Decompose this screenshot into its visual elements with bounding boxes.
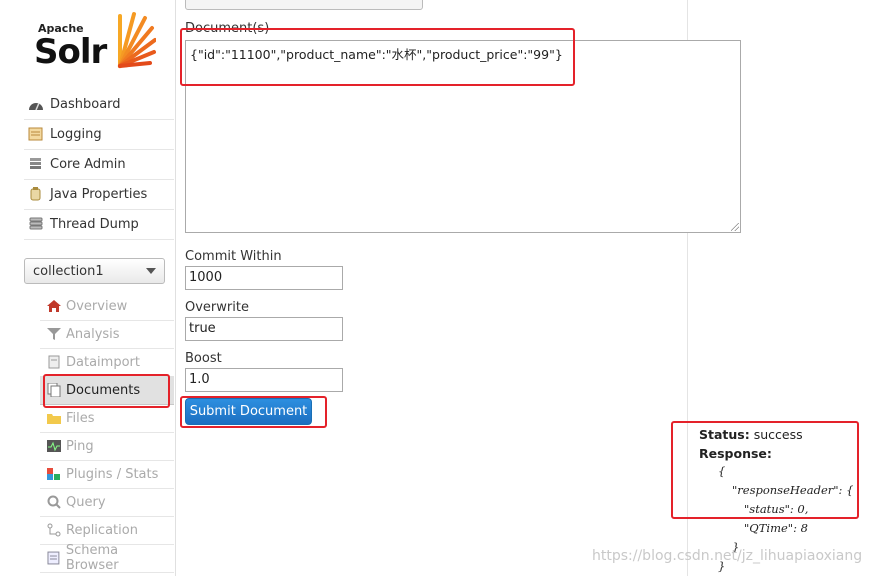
nav-logging[interactable]: Logging <box>24 119 174 150</box>
highlight-response <box>671 421 859 519</box>
sidebar-divider <box>175 0 176 576</box>
core-menu-plugins-label: Plugins / Stats <box>66 466 159 482</box>
resize-handle-icon[interactable] <box>731 223 739 231</box>
core-menu-files[interactable]: Files <box>40 404 174 433</box>
home-icon <box>47 300 61 312</box>
core-menu-schema-browser[interactable]: Schema Browser <box>40 543 174 573</box>
thread-dump-icon <box>29 217 43 230</box>
commit-within-label: Commit Within <box>185 249 282 264</box>
chevron-down-icon <box>146 268 156 274</box>
core-admin-icon <box>30 158 41 169</box>
boost-label: Boost <box>185 351 222 366</box>
core-menu-plugins[interactable]: Plugins / Stats <box>40 460 174 489</box>
ping-icon <box>47 440 61 452</box>
core-menu-schema-browser-label: Schema Browser <box>65 543 119 573</box>
nav-java-properties-label: Java Properties <box>50 186 148 202</box>
highlight-submit-button <box>180 396 327 428</box>
watermark: https://blog.csdn.net/jz_lihuapiaoxiang <box>592 548 863 564</box>
core-menu-overview-label: Overview <box>66 298 128 314</box>
solr-logo-icon <box>118 12 156 68</box>
core-menu-ping[interactable]: Ping <box>40 432 174 461</box>
overwrite-input[interactable]: true <box>185 317 343 341</box>
core-menu-dataimport-label: Dataimport <box>66 354 140 370</box>
nav-dashboard[interactable]: Dashboard <box>24 89 174 120</box>
dashboard-icon <box>29 102 43 111</box>
document-type-select[interactable]: JSON <box>185 0 423 10</box>
plugins-icon <box>47 468 60 480</box>
core-menu-query-label: Query <box>66 494 106 510</box>
nav-java-properties[interactable]: Java Properties <box>24 179 174 210</box>
overwrite-label: Overwrite <box>185 300 249 315</box>
nav-thread-dump-label: Thread Dump <box>50 216 139 232</box>
core-menu-replication[interactable]: Replication <box>40 516 174 545</box>
commit-within-input[interactable]: 1000 <box>185 266 343 290</box>
core-selector-value: collection1 <box>33 263 104 279</box>
boost-input[interactable]: 1.0 <box>185 368 343 392</box>
schema-icon <box>47 551 60 565</box>
core-menu-replication-label: Replication <box>66 522 138 538</box>
highlight-document-json <box>180 28 575 86</box>
logo-solr-text: Solr <box>34 32 107 72</box>
core-menu-analysis[interactable]: Analysis <box>40 320 174 349</box>
filter-icon <box>47 328 61 340</box>
core-menu-query[interactable]: Query <box>40 488 174 517</box>
folder-icon <box>47 414 61 424</box>
core-menu-ping-label: Ping <box>66 438 94 454</box>
core-menu-dataimport[interactable]: Dataimport <box>40 348 174 377</box>
sidebar: Apache Solr Dashboard Logging Core Admin… <box>0 0 176 576</box>
nav-core-admin-label: Core Admin <box>50 156 126 172</box>
core-menu-files-label: Files <box>66 410 95 426</box>
highlight-documents-menu <box>43 374 170 408</box>
nav-logging-label: Logging <box>50 126 102 142</box>
logging-icon <box>28 127 43 141</box>
response-line: "QTime": 8 <box>744 521 808 535</box>
core-selector[interactable]: collection1 <box>24 258 165 284</box>
nav-core-admin[interactable]: Core Admin <box>24 149 174 180</box>
replication-icon <box>47 523 61 537</box>
search-icon <box>47 495 61 509</box>
nav-thread-dump[interactable]: Thread Dump <box>24 209 174 240</box>
core-menu-analysis-label: Analysis <box>66 326 120 342</box>
java-icon <box>30 187 41 201</box>
nav-dashboard-label: Dashboard <box>50 96 121 112</box>
core-menu-overview[interactable]: Overview <box>40 292 174 321</box>
dataimport-icon <box>48 355 60 369</box>
